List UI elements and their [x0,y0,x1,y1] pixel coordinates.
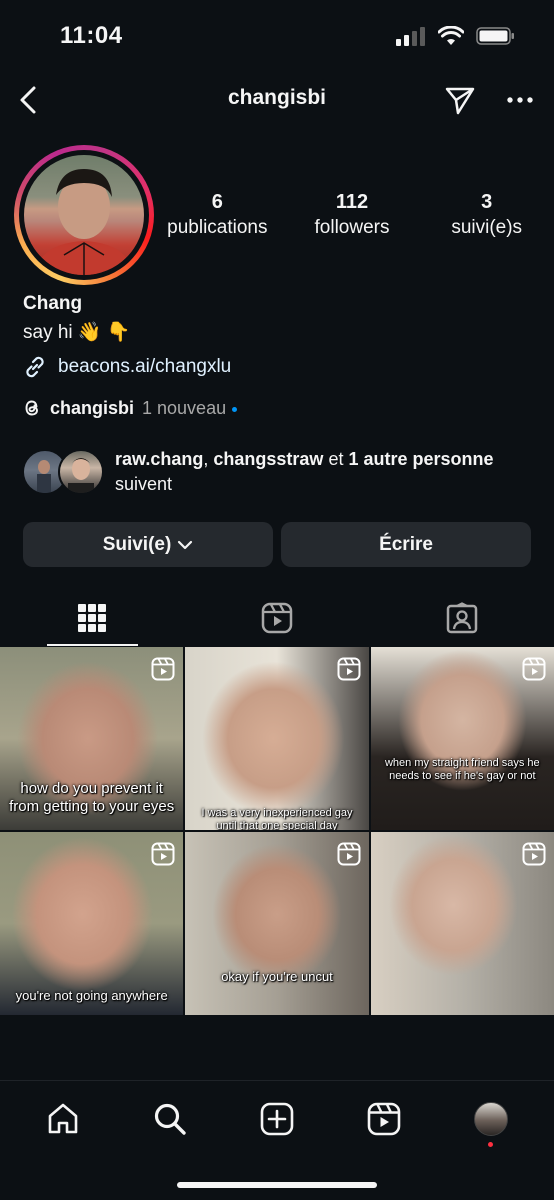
grid-icon [78,604,107,632]
avatar [473,1102,508,1136]
profile-tabs [0,590,554,646]
stat-publications-label: publications [167,217,268,238]
back-button[interactable] [10,82,46,118]
grid-post[interactable]: you're not going anywhere [0,832,184,1015]
tab-reels[interactable] [185,590,370,646]
profile-actions: Suivi(e) Écrire [23,522,531,567]
status-bar: 11:04 [0,0,554,70]
threads-badge[interactable]: changisbi 1 nouveau [22,397,238,419]
notification-dot [488,1142,494,1147]
mutual-followers-text: raw.chang, changsstraw et 1 autre person… [115,449,494,494]
grid-post[interactable]: how do you prevent it from getting to yo… [0,647,184,830]
profile-avatar [24,155,144,275]
plus-square-icon [260,1102,294,1136]
profile-stats: 6 publications 112 followers 3 suivi(e)s [150,190,554,240]
grid-post[interactable]: when my straight friend says he needs to… [370,647,554,830]
ellipsis-icon [507,97,533,103]
profile-link[interactable]: beacons.ai/changxlu [22,354,231,380]
post-caption: how do you prevent it from getting to yo… [9,780,175,815]
profile-bio: say hi 👋 👇 [23,322,131,343]
status-time: 11:04 [60,22,123,49]
profile-link-text: beacons.ai/changxlu [58,356,232,377]
chevron-left-icon [20,86,36,114]
reels-icon [261,602,293,634]
threads-icon [25,400,38,416]
threads-new-count: 1 nouveau [142,397,227,418]
wifi-icon [438,26,464,45]
stat-publications[interactable]: 6 publications [150,190,285,240]
chevron-down-icon [178,540,193,549]
nav-create[interactable] [252,1099,302,1139]
post-caption: when my straight friend says he needs to… [384,757,540,782]
reel-badge-icon [522,657,546,681]
stat-following[interactable]: 3 suivi(e)s [419,190,554,240]
home-indicator[interactable] [177,1182,377,1188]
grid-post[interactable]: I was a very inexperienced gay until tha… [185,647,369,830]
nav-profile[interactable] [466,1099,516,1147]
tagged-person-icon [446,602,477,634]
stat-followers-count: 112 [335,191,369,213]
following-button-label: Suivi(e) [102,533,172,555]
grid-post[interactable] [370,832,554,1015]
stat-following-label: suivi(e)s [451,217,523,238]
mutual-avatars [22,449,106,497]
reel-badge-icon [151,842,175,866]
avatar-photo [34,169,134,275]
tab-posts-grid[interactable] [0,590,185,646]
post-caption: okay if you're uncut [221,969,333,984]
post-caption: you're not going anywhere [15,988,168,1003]
post-caption: I was a very inexperienced gay until tha… [201,807,353,830]
threads-handle: changisbi [50,397,135,418]
reel-badge-icon [522,842,546,866]
message-button-label: Écrire [379,533,433,555]
nav-reels[interactable] [359,1099,409,1139]
reel-badge-icon [337,657,361,681]
nav-search[interactable] [145,1099,195,1139]
reel-badge-icon [151,657,175,681]
nav-home[interactable] [38,1099,88,1139]
search-icon [155,1103,186,1135]
battery-icon [476,27,514,45]
reels-icon [367,1102,401,1136]
home-icon [49,1103,78,1134]
posts-grid: how do you prevent it from getting to yo… [0,647,554,1015]
profile-display-name: Chang [23,293,83,314]
bottom-navigation [0,1080,554,1200]
share-button[interactable] [440,80,480,120]
paper-plane-icon [445,87,475,115]
avatar [58,449,104,495]
profile-header: changisbi [0,70,554,130]
mutual-followers[interactable]: raw.chang, changsstraw et 1 autre person… [22,447,532,499]
following-button[interactable]: Suivi(e) [23,522,273,567]
new-indicator-dot [232,406,238,412]
stat-publications-count: 6 [211,191,223,213]
cellular-signal-icon [396,27,425,46]
tab-tagged[interactable] [369,590,554,646]
message-button[interactable]: Écrire [281,522,531,567]
reel-badge-icon [337,842,361,866]
stat-following-count: 3 [481,191,493,213]
more-options-button[interactable] [500,80,540,120]
link-icon [26,356,44,378]
stat-followers[interactable]: 112 followers [285,190,420,240]
grid-post[interactable]: okay if you're uncut [185,832,369,1015]
stat-followers-label: followers [314,217,390,238]
status-icons [396,26,516,46]
profile-avatar-story-ring[interactable] [14,145,154,285]
